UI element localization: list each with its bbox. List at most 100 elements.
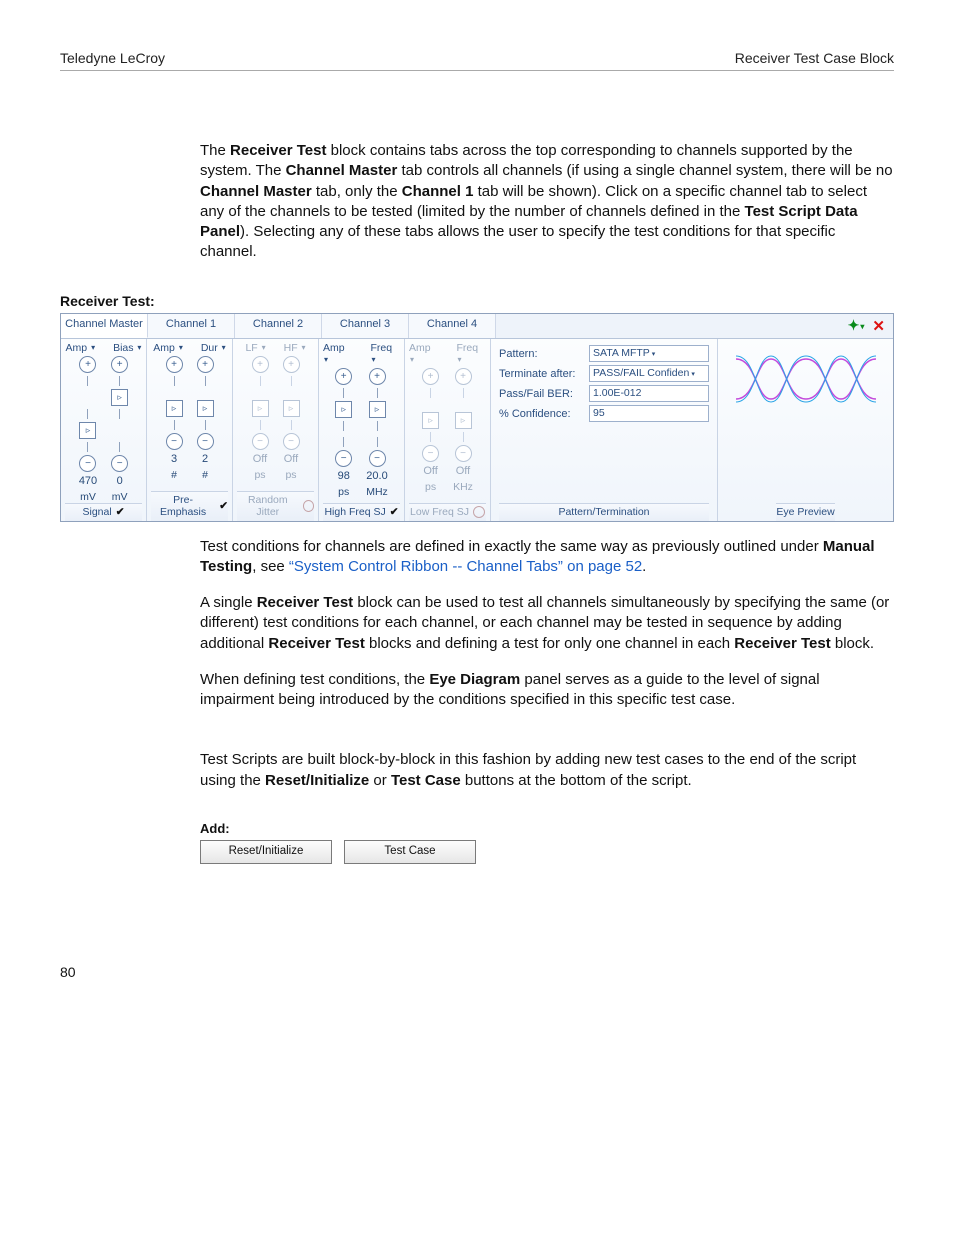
- column-header[interactable]: Amp ▾: [323, 342, 353, 366]
- text: Test conditions for channels are defined…: [200, 538, 823, 555]
- group-lowfreqsj: Amp ▾Freq ▾+▹−Offps+▹−OffKHzLow Freq SJ: [405, 339, 491, 521]
- increment-button[interactable]: +: [422, 368, 439, 385]
- page-header: Teledyne LeCroy Receiver Test Case Block: [60, 50, 894, 71]
- step-button[interactable]: ▹: [111, 389, 128, 406]
- decrement-button[interactable]: −: [197, 433, 214, 450]
- group-footer[interactable]: Pattern/Termination: [499, 503, 709, 521]
- text-bold: Test Script Data Panel: [200, 203, 858, 240]
- column-header[interactable]: Bias ▾: [113, 342, 141, 354]
- decrement-button[interactable]: −: [166, 433, 183, 450]
- step-button[interactable]: ▹: [369, 401, 386, 418]
- column-header[interactable]: Freq ▾: [371, 342, 401, 366]
- step-button[interactable]: ▹: [455, 412, 472, 429]
- column-header[interactable]: LF ▾: [245, 342, 265, 354]
- unit-text: #: [171, 469, 177, 481]
- increment-button[interactable]: +: [111, 356, 128, 373]
- step-button[interactable]: ▹: [166, 400, 183, 417]
- value-text: Off: [284, 453, 298, 466]
- unit-text: mV: [112, 491, 128, 503]
- text-bold: Eye Diagram: [429, 671, 520, 688]
- increment-button[interactable]: +: [283, 356, 300, 373]
- receiver-test-label: Receiver Test:: [60, 293, 894, 309]
- group-footer[interactable]: Random Jitter: [237, 491, 314, 521]
- text-bold: Receiver Test: [257, 594, 353, 611]
- column-header[interactable]: Amp ▾: [409, 342, 439, 366]
- tab-channel-3[interactable]: Channel 3: [322, 314, 409, 338]
- step-button[interactable]: ▹: [197, 400, 214, 417]
- column-header[interactable]: Amp ▾: [153, 342, 183, 354]
- increment-button[interactable]: +: [455, 368, 472, 385]
- text-bold: Receiver Test: [230, 142, 326, 159]
- column-header[interactable]: Freq ▾: [457, 342, 487, 366]
- increment-button[interactable]: +: [335, 368, 352, 385]
- group-footer[interactable]: Low Freq SJ: [409, 503, 486, 521]
- value-confidence[interactable]: 95: [589, 405, 709, 422]
- chevron-down-icon: ▾: [650, 351, 656, 358]
- unit-text: ps: [254, 469, 265, 481]
- text-bold: Channel Master: [286, 162, 398, 179]
- value-text: Off: [456, 465, 470, 478]
- unit-text: mV: [80, 491, 96, 503]
- unit-text: MHz: [366, 486, 388, 498]
- increment-button[interactable]: +: [252, 356, 269, 373]
- decrement-button[interactable]: −: [455, 445, 472, 462]
- value-ber[interactable]: 1.00E-012: [589, 385, 709, 402]
- unit-text: ps: [425, 481, 436, 493]
- link-channel-tabs[interactable]: “System Control Ribbon -- Channel Tabs” …: [289, 558, 642, 575]
- add-label: Add:: [200, 821, 894, 836]
- decrement-button[interactable]: −: [369, 450, 386, 467]
- unit-text: ps: [338, 486, 349, 498]
- decrement-button[interactable]: −: [335, 450, 352, 467]
- step-button[interactable]: ▹: [422, 412, 439, 429]
- column-header[interactable]: HF ▾: [284, 342, 306, 354]
- step-button[interactable]: ▹: [252, 400, 269, 417]
- increment-button[interactable]: +: [166, 356, 183, 373]
- tab-channel-2[interactable]: Channel 2: [235, 314, 322, 338]
- value-text: 98: [338, 470, 350, 483]
- group-footer[interactable]: Signal✔: [65, 503, 142, 521]
- eye-diagram: [736, 343, 876, 415]
- para-eye-diagram: When defining test conditions, the Eye D…: [200, 670, 894, 711]
- value-pattern[interactable]: SATA MFTP▾: [589, 345, 709, 362]
- group-signal: Amp ▾Bias ▾+▹−470mV+▹−0mVSignal✔: [61, 339, 147, 521]
- column-header[interactable]: Amp ▾: [66, 342, 96, 354]
- label-terminate: Terminate after:: [499, 368, 585, 380]
- group-pattern-termination: Pattern: SATA MFTP▾ Terminate after: PASS/F…: [491, 339, 718, 521]
- tab-channel-1[interactable]: Channel 1: [148, 314, 235, 338]
- value-terminate[interactable]: PASS/FAIL Confiden▾: [589, 365, 709, 382]
- decrement-button[interactable]: −: [283, 433, 300, 450]
- text-bold: Reset/Initialize: [265, 772, 369, 789]
- column-header[interactable]: Dur ▾: [201, 342, 226, 354]
- group-footer[interactable]: Eye Preview: [776, 503, 834, 521]
- reset-initialize-button[interactable]: Reset/Initialize: [200, 840, 332, 864]
- group-preemphasis: Amp ▾Dur ▾+▹−3#+▹−2#Pre-Emphasis✔: [147, 339, 233, 521]
- text: , see: [252, 558, 289, 575]
- signal-icon[interactable]: ✦▾: [848, 317, 865, 334]
- increment-button[interactable]: +: [79, 356, 96, 373]
- close-icon[interactable]: ✕: [872, 317, 885, 335]
- decrement-button[interactable]: −: [111, 455, 128, 472]
- tab-channel-master[interactable]: Channel Master: [61, 314, 148, 338]
- value-text: 20.0: [366, 470, 387, 483]
- test-case-button[interactable]: Test Case: [344, 840, 476, 864]
- group-eye-preview: Eye Preview: [718, 339, 893, 521]
- decrement-button[interactable]: −: [422, 445, 439, 462]
- unit-text: KHz: [453, 481, 473, 493]
- parameter-groups: Amp ▾Bias ▾+▹−470mV+▹−0mVSignal✔Amp ▾Dur…: [61, 339, 893, 521]
- tab-channel-4[interactable]: Channel 4: [409, 314, 496, 338]
- increment-button[interactable]: +: [369, 368, 386, 385]
- group-highfreqsj: Amp ▾ Freq ▾ + ▹ − 98 ps + ▹ − 20.0 MHz High Freq SJ…: [319, 339, 405, 521]
- text-bold: Channel Master: [200, 183, 312, 200]
- step-button[interactable]: ▹: [283, 400, 300, 417]
- para-all-channels: A single Receiver Test block can be used…: [200, 593, 894, 654]
- group-footer[interactable]: High Freq SJ✔: [323, 503, 400, 521]
- increment-button[interactable]: +: [197, 356, 214, 373]
- decrement-button[interactable]: −: [252, 433, 269, 450]
- decrement-button[interactable]: −: [79, 455, 96, 472]
- add-block: Add: Reset/Initialize Test Case: [200, 821, 894, 864]
- value-text: Off: [253, 453, 267, 466]
- step-button[interactable]: ▹: [79, 422, 96, 439]
- group-footer[interactable]: Pre-Emphasis✔: [151, 491, 228, 521]
- label-pattern: Pattern:: [499, 348, 585, 360]
- step-button[interactable]: ▹: [335, 401, 352, 418]
